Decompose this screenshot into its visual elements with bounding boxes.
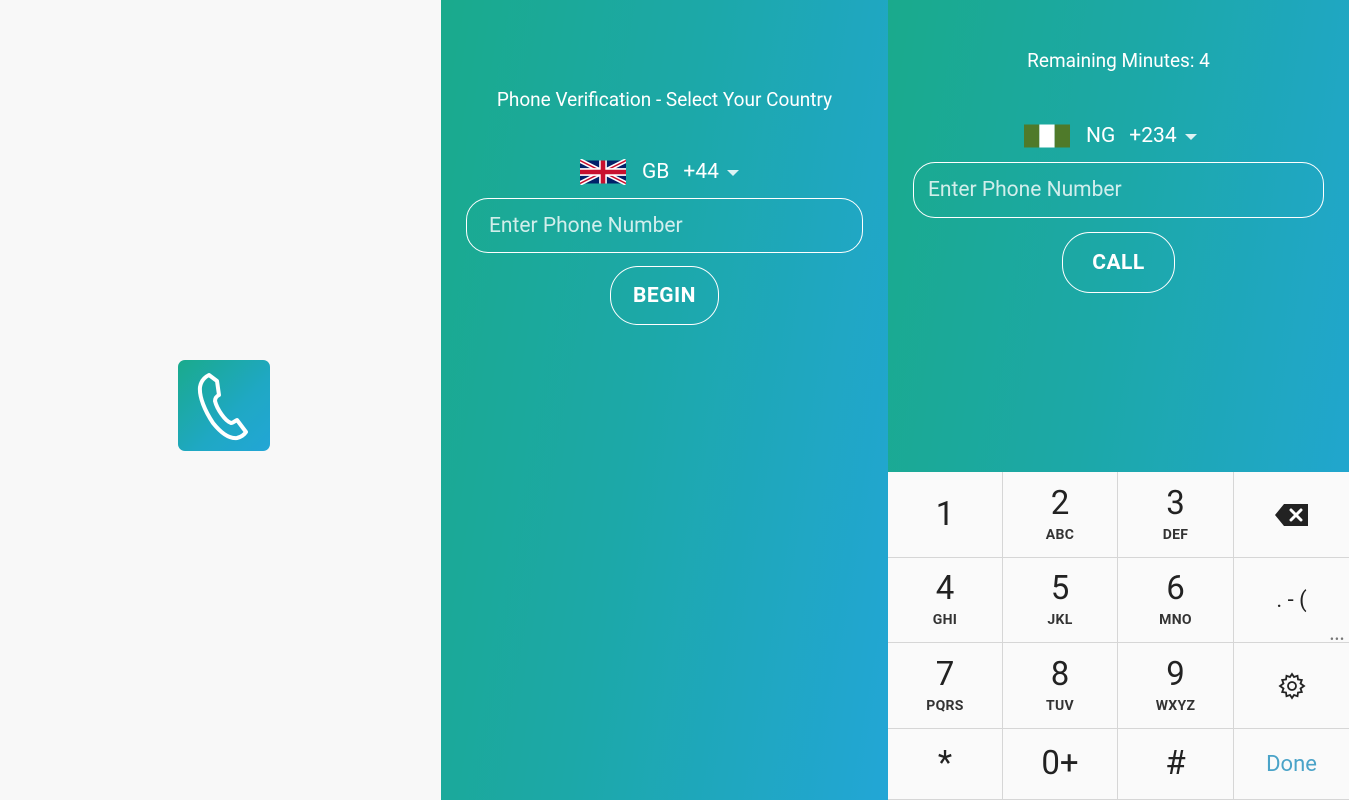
key-letters: MNO <box>1159 612 1192 628</box>
numeric-keypad: 1 2 ABC 3 DEF 4 GHI 5 JKL 6 MNO . - (••… <box>888 472 1349 800</box>
settings-key[interactable] <box>1234 643 1349 729</box>
backspace-icon <box>1274 503 1308 526</box>
key-4[interactable]: 4 GHI <box>888 558 1003 643</box>
gear-icon <box>1277 671 1306 700</box>
phone-number-input[interactable] <box>913 162 1324 218</box>
key-digit: 8 <box>1050 654 1070 694</box>
verification-screen: Phone Verification - Select Your Country… <box>441 0 888 800</box>
key-digit: 5 <box>1050 569 1070 608</box>
key-letters: WXYZ <box>1155 697 1196 714</box>
key-digit: 4 <box>935 569 955 608</box>
key-letters: TUV <box>1046 697 1074 714</box>
page-title: Phone Verification - Select Your Country <box>496 88 833 111</box>
dial-code: +234 <box>1129 124 1177 148</box>
phone-number-input[interactable] <box>466 198 863 253</box>
dial-code: +44 <box>683 160 719 184</box>
key-letters: GHI <box>932 612 958 628</box>
key-letters: PQRS <box>926 697 964 714</box>
dropdown-arrow-icon <box>1184 134 1197 140</box>
key-hash[interactable]: # <box>1118 729 1234 800</box>
punctuation-key[interactable]: . - ( ••• <box>1234 558 1349 646</box>
call-screen: Remaining Minutes: 4 NG +234 CALL 1 2 AB… <box>888 0 1349 800</box>
key-digit: 3 <box>1166 483 1185 523</box>
dropdown-arrow-icon <box>726 170 739 176</box>
key-2[interactable]: 2 ABC <box>1003 472 1118 558</box>
call-button[interactable]: CALL <box>1062 232 1175 293</box>
country-selector[interactable]: NG +234 <box>1024 123 1197 149</box>
done-label: Done <box>1266 751 1317 777</box>
ng-flag-icon <box>1024 124 1070 148</box>
backspace-key[interactable] <box>1234 472 1349 558</box>
key-digit: 7 <box>935 654 955 694</box>
key-digit: # <box>1165 744 1186 783</box>
key-digit: 6 <box>1166 569 1185 608</box>
country-code: NG <box>1086 124 1116 148</box>
splash-screen <box>0 0 441 800</box>
key-letters: JKL <box>1047 612 1073 628</box>
punctuation-label: . - ( <box>1276 587 1307 613</box>
key-digit: 0+ <box>1041 744 1079 783</box>
key-6[interactable]: 6 MNO <box>1118 558 1234 643</box>
key-9[interactable]: 9 WXYZ <box>1118 643 1234 729</box>
key-digit: 1 <box>935 494 955 534</box>
key-8[interactable]: 8 TUV <box>1003 643 1118 729</box>
key-0[interactable]: 0+ <box>1003 729 1118 800</box>
done-key[interactable]: Done <box>1234 729 1349 800</box>
key-digit: 9 <box>1166 654 1185 694</box>
country-code: GB <box>642 160 670 184</box>
key-star[interactable]: * <box>888 729 1003 800</box>
phone-handset-icon <box>197 372 248 440</box>
key-5[interactable]: 5 JKL <box>1003 558 1118 643</box>
key-7[interactable]: 7 PQRS <box>888 643 1003 729</box>
key-3[interactable]: 3 DEF <box>1118 472 1234 558</box>
begin-button[interactable]: BEGIN <box>610 266 719 325</box>
key-digit: 2 <box>1050 483 1070 523</box>
key-letters: ABC <box>1045 526 1075 543</box>
gb-flag-icon <box>580 159 626 185</box>
key-1[interactable]: 1 <box>888 472 1003 558</box>
key-digit: * <box>937 744 953 783</box>
remaining-minutes: Remaining Minutes: 4 <box>1027 49 1210 72</box>
country-selector[interactable]: GB +44 <box>580 159 739 185</box>
key-letters: DEF <box>1162 526 1189 543</box>
app-logo <box>178 360 270 451</box>
